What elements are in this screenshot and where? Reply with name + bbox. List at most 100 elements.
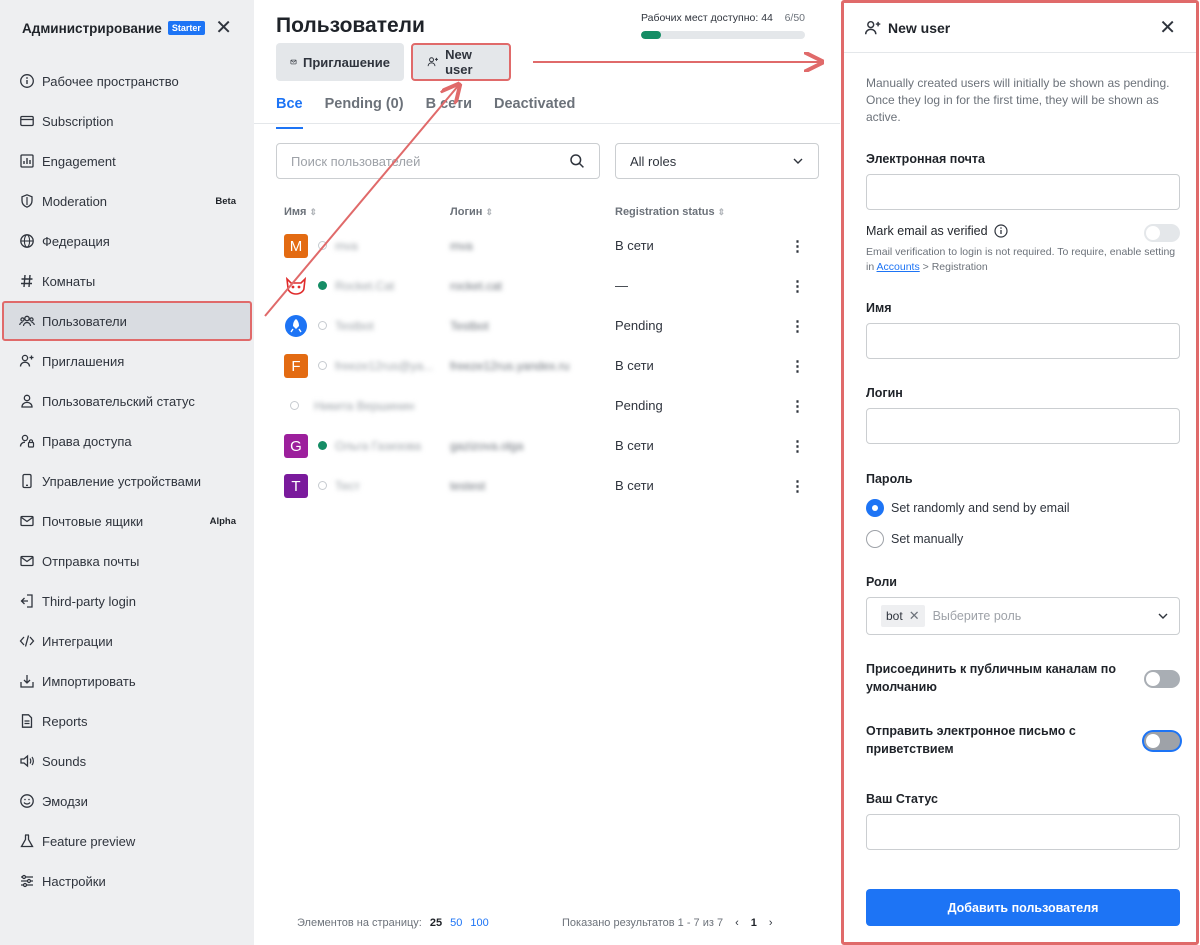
sidebar-item-5[interactable]: Комнаты — [0, 261, 254, 301]
password-label: Пароль — [866, 472, 913, 486]
sidebar-item-label: Feature preview — [42, 833, 136, 849]
user-tabs: Все Pending (0) В сети Deactivated — [254, 96, 840, 129]
user-plus-icon — [427, 57, 438, 67]
user-login: freeze12rus.yandex.ru — [450, 359, 570, 373]
name-field[interactable] — [867, 324, 1179, 358]
accounts-link[interactable]: Accounts — [877, 261, 920, 273]
sidebar-item-8[interactable]: Пользовательский статус — [0, 381, 254, 421]
sidebar-item-12[interactable]: Отправка почты — [0, 541, 254, 581]
sidebar-item-11[interactable]: Почтовые ящики Alpha — [0, 501, 254, 541]
invite-button[interactable]: Приглашение — [276, 43, 404, 81]
status-dot — [318, 361, 327, 370]
tab-pending[interactable]: Pending (0) — [325, 96, 404, 123]
tab-deactivated[interactable]: Deactivated — [494, 96, 575, 123]
status-dot — [318, 481, 327, 490]
column-name[interactable]: Имя ⇕ — [284, 206, 317, 218]
invite-label: Приглашение — [303, 54, 390, 70]
remove-role-icon[interactable]: ✕ — [909, 608, 920, 624]
tab-all[interactable]: Все — [276, 96, 303, 129]
roles-filter-select[interactable]: All roles — [615, 143, 819, 179]
per-page-100[interactable]: 100 — [470, 917, 488, 929]
panel-header: New user ✕ — [844, 3, 1196, 53]
toggle-knob — [1146, 672, 1160, 686]
per-page-25[interactable]: 25 — [430, 917, 442, 929]
kebab-menu-icon[interactable]: ⋮ — [790, 237, 805, 255]
next-page-button[interactable]: › — [769, 917, 773, 929]
status-field[interactable] — [867, 815, 1179, 849]
status-dot — [318, 321, 327, 330]
avatar: M — [284, 234, 308, 258]
toggle-knob — [1146, 734, 1160, 748]
table-row[interactable]: Mmva mva В сети ⋮ — [254, 226, 840, 266]
verified-toggle[interactable] — [1144, 224, 1180, 242]
column-registration-status[interactable]: Registration status ⇕ — [615, 206, 725, 218]
items-per-page: Элементов на страницу: 25 50 100 — [297, 917, 489, 929]
sidebar-item-14[interactable]: Интеграции — [0, 621, 254, 661]
name-field-box — [866, 323, 1180, 359]
user-plus-icon — [864, 20, 881, 34]
login-icon — [18, 592, 36, 610]
table-row[interactable]: G Ольга Газизова gazizova.olga В сети ⋮ — [254, 426, 840, 466]
sidebar-item-18[interactable]: Эмодзи — [0, 781, 254, 821]
code-icon — [18, 632, 36, 650]
welcome-email-toggle[interactable] — [1144, 732, 1180, 750]
sidebar-item-0[interactable]: Рабочее пространство — [0, 61, 254, 101]
join-default-toggle[interactable] — [1144, 670, 1180, 688]
sidebar-item-9[interactable]: Права доступа — [0, 421, 254, 461]
search-input[interactable] — [291, 153, 569, 169]
sidebar-item-19[interactable]: Feature preview — [0, 821, 254, 861]
user-login: rocket.cat — [450, 279, 503, 293]
table-row[interactable]: Никита Вершинин Pending ⋮ — [254, 386, 840, 426]
sidebar-header: Администрирование Starter ✕ — [0, 0, 254, 56]
seats-progress-bar — [641, 31, 805, 39]
info-icon[interactable] — [993, 224, 1008, 238]
close-icon[interactable]: ✕ — [215, 18, 232, 38]
sidebar-item-label: Рабочее пространство — [42, 73, 179, 89]
sidebar-item-6[interactable]: Пользователи — [2, 301, 252, 341]
sliders-icon — [18, 872, 36, 890]
sidebar-item-2[interactable]: Engagement — [0, 141, 254, 181]
new-user-button[interactable]: New user — [411, 43, 511, 81]
sidebar-item-15[interactable]: Импортировать — [0, 661, 254, 701]
search-icon[interactable] — [569, 153, 585, 169]
table-row[interactable]: T Тест testest В сети ⋮ — [254, 466, 840, 506]
kebab-menu-icon[interactable]: ⋮ — [790, 357, 805, 375]
kebab-menu-icon[interactable]: ⋮ — [790, 477, 805, 495]
roles-select[interactable]: bot ✕ Выберите роль — [866, 597, 1180, 635]
close-icon[interactable]: ✕ — [1159, 15, 1176, 40]
sidebar-item-4[interactable]: Федерация — [0, 221, 254, 261]
prev-page-button[interactable]: ‹ — [735, 917, 739, 929]
table-row[interactable]: Testbot Testbot Pending ⋮ — [254, 306, 840, 346]
kebab-menu-icon[interactable]: ⋮ — [790, 277, 805, 295]
add-user-button[interactable]: Добавить пользователя — [866, 889, 1180, 926]
sidebar-item-20[interactable]: Настройки — [0, 861, 254, 901]
roles-filter-value: All roles — [630, 153, 677, 169]
table-row[interactable]: Rocket.Cat rocket.cat — ⋮ — [254, 266, 840, 306]
sidebar-item-3[interactable]: Moderation Beta — [0, 181, 254, 221]
name-label: Имя — [866, 301, 892, 315]
sidebar-item-13[interactable]: Third-party login — [0, 581, 254, 621]
sidebar-item-label: Приглашения — [42, 353, 125, 369]
login-label: Логин — [866, 386, 903, 400]
sidebar-item-1[interactable]: Subscription — [0, 101, 254, 141]
registration-status: В сети — [615, 478, 654, 493]
login-field[interactable] — [867, 409, 1179, 443]
sidebar-item-10[interactable]: Управление устройствами — [0, 461, 254, 501]
kebab-menu-icon[interactable]: ⋮ — [790, 397, 805, 415]
mobile-icon — [18, 472, 36, 490]
password-random-radio[interactable]: Set randomly and send by email — [866, 499, 1070, 517]
sidebar-item-7[interactable]: Приглашения — [0, 341, 254, 381]
tab-online[interactable]: В сети — [426, 96, 472, 123]
current-page[interactable]: 1 — [751, 917, 757, 929]
kebab-menu-icon[interactable]: ⋮ — [790, 437, 805, 455]
column-login[interactable]: Логин ⇕ — [450, 206, 493, 218]
panel-title: New user — [888, 19, 951, 36]
per-page-50[interactable]: 50 — [450, 917, 462, 929]
sidebar-item-17[interactable]: Sounds — [0, 741, 254, 781]
table-row[interactable]: Ffreeze12rus@ya... freeze12rus.yandex.ru В… — [254, 346, 840, 386]
sidebar-item-16[interactable]: Reports — [0, 701, 254, 741]
seats-label: Рабочих мест доступно: 44 — [641, 12, 773, 24]
email-field[interactable] — [867, 175, 1179, 209]
kebab-menu-icon[interactable]: ⋮ — [790, 317, 805, 335]
password-manual-radio[interactable]: Set manually — [866, 530, 963, 548]
